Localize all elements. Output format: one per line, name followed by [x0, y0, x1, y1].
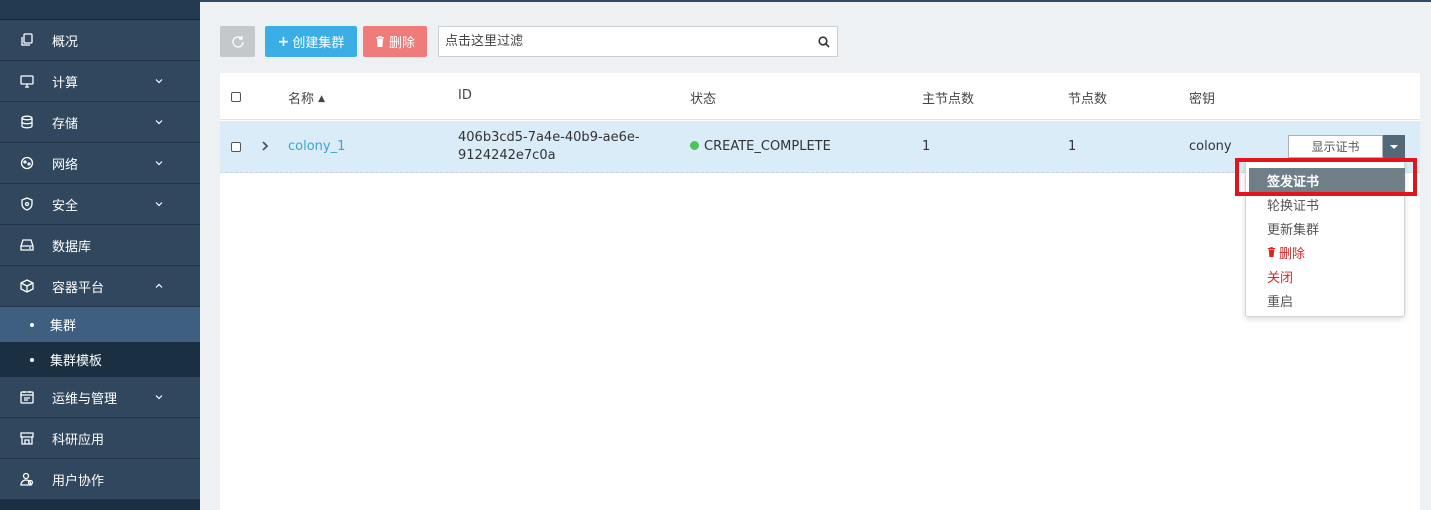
top-accent-line	[0, 0, 1431, 2]
filter-box	[438, 26, 838, 57]
create-cluster-button[interactable]: + 创建集群	[265, 26, 357, 57]
sidebar-item-container-platform[interactable]: 容器平台	[0, 266, 200, 307]
chevron-down-icon	[155, 395, 163, 400]
cluster-name-link[interactable]: colony_1	[288, 139, 345, 154]
column-header-node-count: 节点数	[1068, 92, 1108, 107]
calendar-icon	[20, 390, 34, 404]
row-actions-menu: 签发证书 轮换证书 更新集群 删除 关闭 重启	[1245, 160, 1405, 317]
menu-item-restart[interactable]: 重启	[1247, 288, 1405, 312]
refresh-icon	[231, 35, 244, 48]
show-certificate-button[interactable]: 显示证书	[1288, 135, 1383, 158]
column-header-id: ID	[458, 88, 472, 103]
refresh-button[interactable]	[220, 26, 255, 57]
keypair: colony	[1189, 139, 1232, 154]
drive-icon	[20, 238, 34, 252]
copy-icon	[20, 33, 34, 47]
chevron-down-icon	[155, 161, 163, 166]
sidebar-item-collaboration[interactable]: 用户协作	[0, 459, 200, 500]
sidebar-item-label: 科研应用	[52, 432, 105, 448]
sidebar-item-network[interactable]: 网络	[0, 143, 200, 184]
sidebar: 概况 计算 存储 网络 安全 数据库 容器平台 集群 集群模板 运维与管理 科研…	[0, 0, 200, 510]
delete-button[interactable]: 删除	[363, 26, 427, 57]
menu-item-delete[interactable]: 删除	[1247, 240, 1405, 264]
trash-icon	[375, 36, 384, 47]
column-header-name[interactable]: 名称 ▲	[288, 88, 325, 107]
sidebar-subitem-label: 集群模板	[50, 354, 103, 369]
caret-down-icon	[1390, 144, 1398, 149]
sidebar-item-storage[interactable]: 存储	[0, 102, 200, 143]
column-header-master-count: 主节点数	[922, 92, 975, 107]
sidebar-item-compute[interactable]: 计算	[0, 61, 200, 102]
sidebar-item-label: 安全	[52, 198, 79, 214]
clusters-table-panel: 名称 ▲ ID 状态 主节点数 节点数 密钥 colony_1 406b3cd5…	[220, 73, 1420, 510]
sidebar-item-label: 运维与管理	[52, 391, 118, 407]
delete-label: 删除	[388, 36, 415, 51]
search-icon[interactable]	[811, 27, 837, 56]
shield-icon	[20, 197, 34, 211]
column-header-keypair: 密钥	[1189, 92, 1216, 107]
chevron-down-icon	[155, 202, 163, 207]
bullet-icon	[30, 322, 34, 327]
row-action-split-button: 显示证书	[1288, 135, 1405, 158]
chevron-right-icon[interactable]	[260, 140, 270, 152]
users-icon	[20, 472, 34, 486]
menu-item-rotate-certificate[interactable]: 轮换证书	[1247, 192, 1405, 216]
sidebar-subitem-cluster-templates[interactable]: 集群模板	[0, 342, 200, 377]
sidebar-item-security[interactable]: 安全	[0, 184, 200, 225]
sidebar-item-label: 网络	[52, 157, 79, 173]
monitor-icon	[20, 74, 34, 88]
cube-icon	[20, 279, 34, 293]
chevron-up-icon	[155, 283, 163, 288]
create-cluster-label: 创建集群	[292, 36, 345, 51]
sort-asc-icon: ▲	[318, 94, 326, 104]
sidebar-item-label: 概况	[52, 34, 79, 50]
sidebar-item-label: 计算	[52, 75, 79, 91]
sidebar-subitem-label: 集群	[50, 319, 77, 334]
actions-dropdown-toggle[interactable]	[1383, 135, 1405, 158]
filter-input[interactable]	[439, 27, 811, 56]
table-row[interactable]: colony_1 406b3cd5-7a4e-40b9-ae6e- 9124242…	[220, 121, 1420, 173]
chevron-down-icon	[155, 120, 163, 125]
trash-icon	[1267, 247, 1276, 257]
sidebar-bottom-spacer	[0, 500, 200, 510]
sidebar-item-overview[interactable]: 概况	[0, 20, 200, 61]
select-all-checkbox[interactable]	[231, 92, 241, 102]
database-icon	[20, 115, 34, 129]
node-count: 1	[1068, 139, 1077, 154]
sidebar-subitem-clusters[interactable]: 集群	[0, 307, 200, 342]
row-checkbox[interactable]	[231, 142, 241, 152]
master-count: 1	[922, 139, 931, 154]
cluster-status: CREATE_COMPLETE	[690, 139, 831, 154]
sidebar-top-spacer	[0, 0, 200, 20]
network-icon	[20, 156, 34, 170]
sidebar-item-label: 容器平台	[52, 280, 105, 296]
bullet-icon	[30, 357, 34, 362]
cluster-id: 406b3cd5-7a4e-40b9-ae6e- 9124242e7c0a	[458, 130, 640, 163]
column-header-status: 状态	[690, 92, 717, 107]
sidebar-item-label: 存储	[52, 116, 79, 132]
sidebar-item-ops-management[interactable]: 运维与管理	[0, 377, 200, 418]
status-ok-icon	[690, 141, 699, 150]
sidebar-item-database[interactable]: 数据库	[0, 225, 200, 266]
chevron-down-icon	[155, 79, 163, 84]
sidebar-item-label: 用户协作	[52, 473, 105, 489]
store-icon	[20, 431, 34, 445]
plus-icon: +	[277, 33, 290, 50]
menu-item-update-cluster[interactable]: 更新集群	[1247, 216, 1405, 240]
sidebar-item-label: 数据库	[52, 239, 92, 255]
menu-item-sign-certificate[interactable]: 签发证书	[1249, 168, 1405, 192]
sidebar-item-research-apps[interactable]: 科研应用	[0, 418, 200, 459]
table-header: 名称 ▲ ID 状态 主节点数 节点数 密钥	[220, 73, 1420, 120]
menu-item-shutdown[interactable]: 关闭	[1247, 264, 1405, 288]
